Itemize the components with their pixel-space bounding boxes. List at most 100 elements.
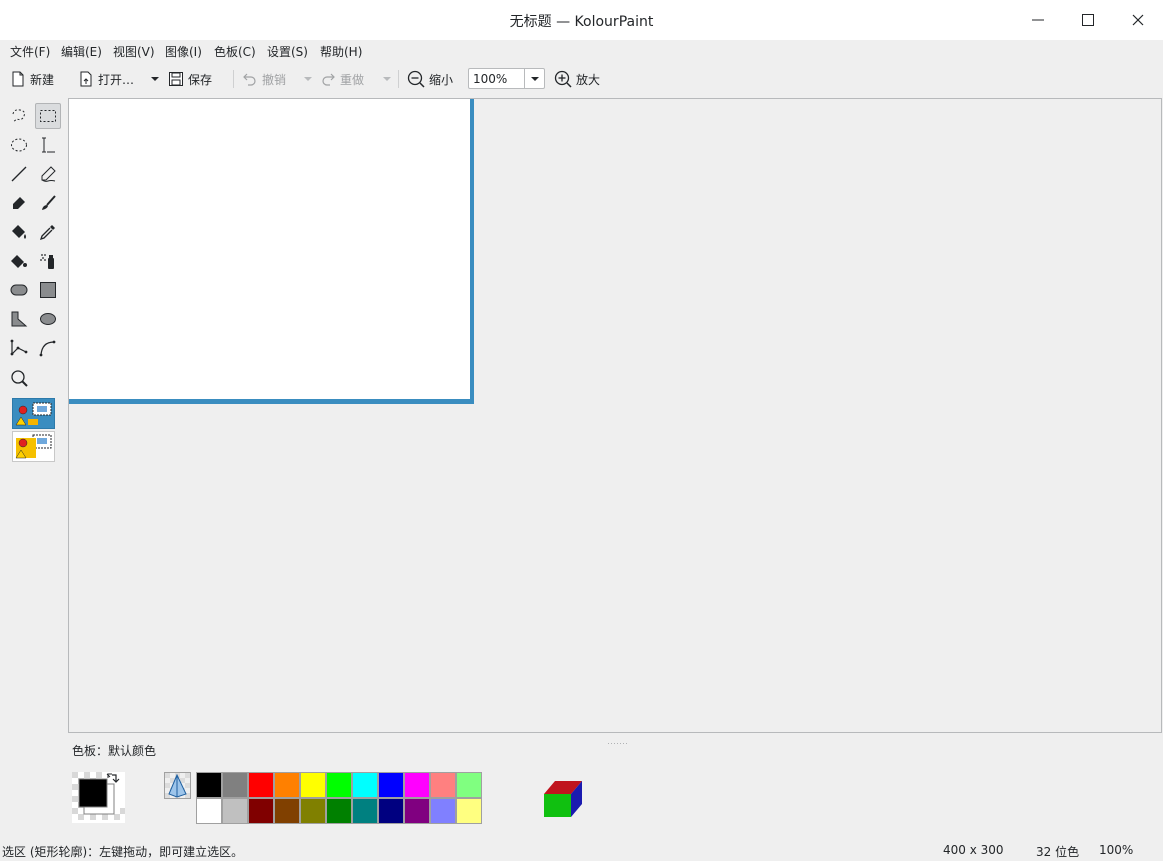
- tool-spraycan[interactable]: [35, 248, 61, 274]
- tool-rectangle[interactable]: [35, 277, 61, 303]
- canvas-resize-handle-bottom[interactable]: [69, 399, 474, 404]
- save-button-label: 保存: [188, 72, 213, 87]
- color-swatch[interactable]: [196, 798, 222, 824]
- tool-rounded-rectangle[interactable]: [6, 277, 32, 303]
- menu-image[interactable]: 图像(I): [165, 43, 202, 60]
- selection-mode-transparent[interactable]: [12, 431, 55, 462]
- menu-colors[interactable]: 色板(C): [214, 43, 256, 60]
- tool-polygon[interactable]: [6, 306, 32, 332]
- tool-free-form-selection[interactable]: [6, 103, 32, 129]
- tool-color-picker[interactable]: [35, 219, 61, 245]
- open-recent-dropdown[interactable]: [150, 68, 160, 90]
- color-swatch[interactable]: [456, 772, 482, 798]
- color-swatch[interactable]: [248, 798, 274, 824]
- color-swatch[interactable]: [326, 798, 352, 824]
- minimize-button[interactable]: [1026, 8, 1050, 32]
- zoom-out-button[interactable]: 缩小: [407, 68, 453, 90]
- color-swatch[interactable]: [430, 798, 456, 824]
- maximize-button[interactable]: [1076, 8, 1100, 32]
- color-swatch[interactable]: [352, 798, 378, 824]
- maximize-icon: [1082, 14, 1094, 26]
- color-swatch[interactable]: [196, 772, 222, 798]
- tool-zoom[interactable]: [6, 365, 32, 391]
- tool-rectangle-selection[interactable]: [35, 103, 61, 129]
- menu-file[interactable]: 文件(F): [10, 43, 50, 60]
- zoom-select-value: 100%: [473, 72, 508, 86]
- brush-icon: [42, 195, 56, 210]
- menu-settings[interactable]: 设置(S): [267, 43, 308, 60]
- color-swatch[interactable]: [352, 772, 378, 798]
- tool-eraser[interactable]: [6, 190, 32, 216]
- redo-icon: [322, 73, 335, 86]
- status-bar: 选区 (矩形轮廓)：左键拖动，即可建立选区。 400 x 300 32 位色 1…: [0, 840, 1163, 861]
- menu-view[interactable]: 视图(V): [113, 43, 155, 60]
- eyedropper-icon: [39, 225, 55, 241]
- open-document-icon: [80, 71, 92, 87]
- close-icon: [1132, 14, 1144, 26]
- magnifier-icon: [11, 370, 28, 387]
- save-icon: [169, 72, 183, 86]
- tool-polyline[interactable]: [6, 335, 32, 361]
- zoom-select-arrow[interactable]: [524, 69, 544, 88]
- ellipse-icon: [40, 313, 56, 325]
- drawing-canvas[interactable]: [69, 99, 470, 399]
- tool-color-washer[interactable]: [6, 248, 32, 274]
- undo-button-label: 撤销: [262, 72, 287, 87]
- new-button-label: 新建: [30, 72, 55, 87]
- color-swatch[interactable]: [222, 798, 248, 824]
- rectangle-selection-icon: [40, 110, 56, 122]
- color-swatch[interactable]: [456, 798, 482, 824]
- color-swatch[interactable]: [378, 798, 404, 824]
- tool-ellipse[interactable]: [35, 306, 61, 332]
- color-swatch[interactable]: [404, 798, 430, 824]
- redo-button[interactable]: 重做: [320, 68, 364, 90]
- palette-label: 色板：默认颜色: [72, 744, 157, 758]
- color-swatch[interactable]: [248, 772, 274, 798]
- new-button[interactable]: 新建: [10, 68, 54, 90]
- color-swatch[interactable]: [222, 772, 248, 798]
- open-button-label: 打开…: [98, 72, 135, 87]
- tool-line[interactable]: [6, 161, 32, 187]
- close-button[interactable]: [1126, 8, 1150, 32]
- save-button[interactable]: 保存: [168, 68, 212, 90]
- tool-flood-fill[interactable]: [6, 219, 32, 245]
- color-swatch[interactable]: [274, 772, 300, 798]
- color-swatch[interactable]: [404, 772, 430, 798]
- splitter-grip-icon: [608, 743, 628, 744]
- zoom-in-icon: [554, 70, 572, 88]
- toolbar-separator: [398, 70, 399, 88]
- tool-ellipse-selection[interactable]: [6, 132, 32, 158]
- tool-text[interactable]: [35, 132, 61, 158]
- color-swatch[interactable]: [300, 772, 326, 798]
- opaque-selection-icon: [15, 402, 52, 426]
- selection-mode-opaque[interactable]: [12, 398, 55, 429]
- color-cube[interactable]: [542, 778, 584, 820]
- zoom-in-label: 放大: [576, 72, 601, 87]
- color-chooser[interactable]: [72, 772, 125, 823]
- fg-bg-color-icon: [72, 772, 125, 823]
- undo-button[interactable]: 撤销: [242, 68, 286, 90]
- color-swatch[interactable]: [430, 772, 456, 798]
- tool-curve[interactable]: [35, 335, 61, 361]
- color-swatch[interactable]: [274, 798, 300, 824]
- polygon-icon: [11, 311, 28, 327]
- color-swatch[interactable]: [300, 798, 326, 824]
- canvas-resize-handle-right[interactable]: [470, 99, 474, 404]
- menu-edit[interactable]: 编辑(E): [61, 43, 102, 60]
- panel-splitter[interactable]: [608, 734, 628, 744]
- color-swatch[interactable]: [378, 772, 404, 798]
- color-swatch[interactable]: [326, 772, 352, 798]
- redo-dropdown[interactable]: [382, 68, 392, 90]
- chevron-down-icon: [151, 77, 159, 81]
- undo-dropdown[interactable]: [303, 68, 313, 90]
- status-zoom: 100%: [1099, 843, 1134, 857]
- zoom-in-button[interactable]: 放大: [554, 68, 600, 90]
- menu-help[interactable]: 帮助(H): [320, 43, 362, 60]
- zoom-select[interactable]: 100%: [468, 68, 545, 89]
- transparent-color-button[interactable]: [164, 772, 191, 799]
- open-button[interactable]: 打开…: [78, 68, 134, 90]
- tool-pen[interactable]: [35, 161, 61, 187]
- status-message: 选区 (矩形轮廓)：左键拖动，即可建立选区。: [2, 845, 244, 859]
- eraser-icon: [13, 197, 25, 209]
- tool-brush[interactable]: [35, 190, 61, 216]
